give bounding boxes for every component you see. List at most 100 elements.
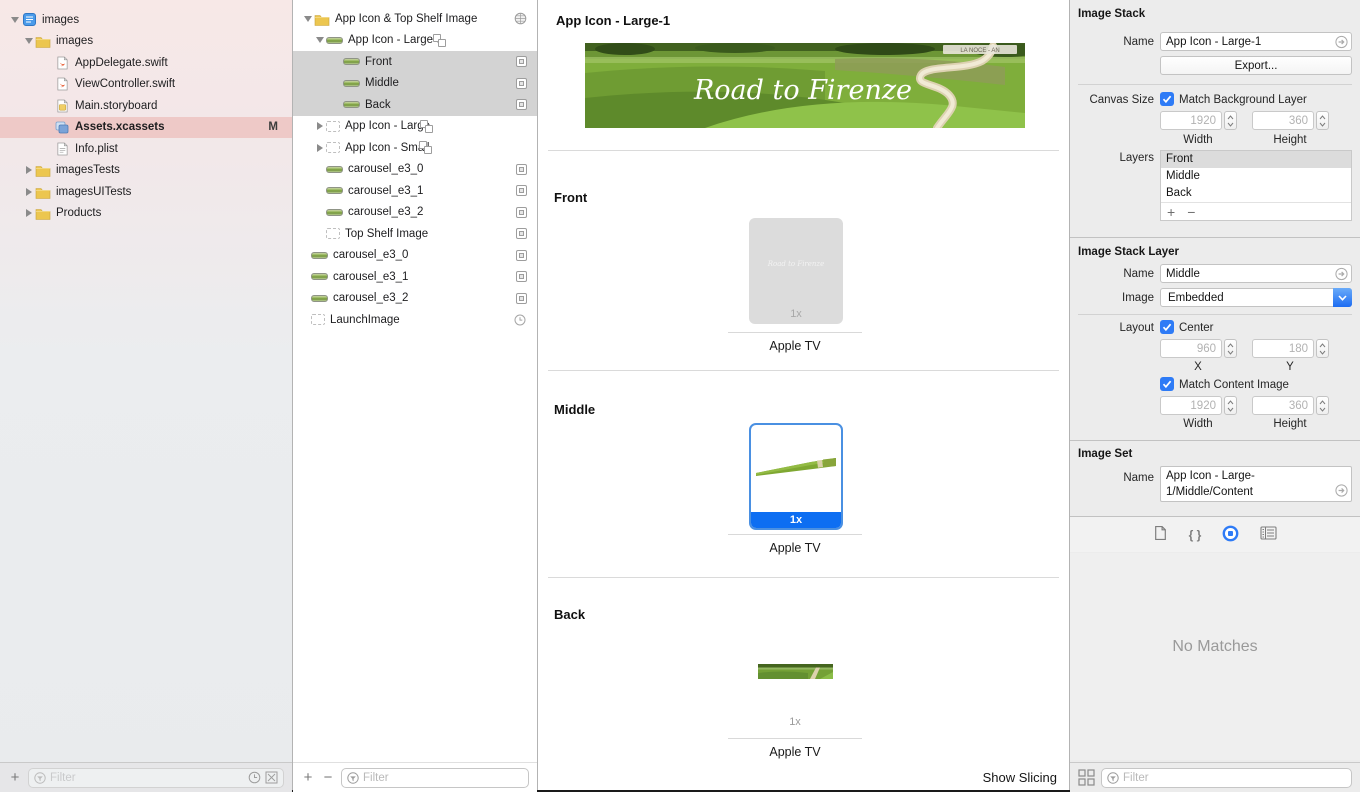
filter-input[interactable] xyxy=(363,771,523,784)
canvas-width-field[interactable]: 1920 xyxy=(1160,111,1222,130)
height-stepper[interactable] xyxy=(1316,396,1329,415)
outline-row-brand-folder[interactable]: App Icon & Top Shelf Image xyxy=(293,8,537,30)
disclosure-triangle-icon[interactable] xyxy=(313,143,326,152)
center-checkbox[interactable] xyxy=(1160,320,1174,334)
outline-row-appicon-large[interactable]: App Icon - Large xyxy=(293,116,537,138)
swift-file-icon xyxy=(54,56,70,70)
layer-width-field[interactable]: 1920 xyxy=(1160,396,1222,415)
match-background-checkbox[interactable] xyxy=(1160,92,1174,106)
banner-image[interactable]: LA NOCE - AN Road to Firenze xyxy=(585,43,1025,128)
front-scale-label: 1x xyxy=(790,308,802,320)
folder-icon xyxy=(35,163,51,178)
export-button[interactable]: Export... xyxy=(1160,56,1352,75)
outline-row-appicon-large1[interactable]: App Icon - Large-1 xyxy=(293,30,537,52)
code-snippet-segment[interactable]: { } xyxy=(1189,528,1202,542)
file-label: images xyxy=(42,13,80,26)
disclosure-triangle-icon[interactable] xyxy=(22,209,35,218)
outline-row-front[interactable]: Front xyxy=(293,51,537,73)
outline-row-carousel0[interactable]: carousel_e3_0 xyxy=(293,159,537,181)
remove-layer-button[interactable]: − xyxy=(1187,204,1195,220)
nav-row-infoplist[interactable]: Info.plist xyxy=(0,138,292,160)
outline-row-root-carousel0[interactable]: carousel_e3_0 xyxy=(293,245,537,267)
outline-filter-bar: + − xyxy=(293,762,537,792)
well-underline xyxy=(728,534,862,535)
image-set-header: Image Set xyxy=(1078,448,1133,460)
show-slicing-button[interactable]: Show Slicing xyxy=(983,770,1057,785)
nav-row-appdelegate[interactable]: AppDelegate.swift xyxy=(0,52,292,74)
remove-asset-button[interactable]: − xyxy=(321,770,335,785)
outline-row-root-carousel1[interactable]: carousel_e3_1 xyxy=(293,266,537,288)
image-set-icon xyxy=(516,163,527,175)
outline-row-launchimage[interactable]: LaunchImage xyxy=(293,309,537,331)
image-source-dropdown[interactable]: Embedded xyxy=(1160,288,1352,307)
x-stepper[interactable] xyxy=(1224,339,1237,358)
stack-name-field[interactable]: App Icon - Large-1 xyxy=(1160,32,1352,51)
disclosure-triangle-icon[interactable] xyxy=(313,122,326,131)
add-asset-button[interactable]: + xyxy=(301,770,315,785)
asset-label: App Icon - Large xyxy=(345,120,431,133)
swift-file-icon xyxy=(54,77,70,91)
nav-row-storyboard[interactable]: Main.storyboard xyxy=(0,95,292,117)
outline-row-middle[interactable]: Middle xyxy=(293,72,537,94)
disclosure-triangle-icon[interactable] xyxy=(8,16,21,23)
nav-row-assets-selected[interactable]: Assets.xcassets M xyxy=(0,116,292,138)
layer-y-field[interactable]: 180 xyxy=(1252,339,1314,358)
add-button[interactable]: + xyxy=(8,770,22,785)
height-stepper[interactable] xyxy=(1316,111,1329,130)
image-stack-icon xyxy=(420,119,434,133)
outline-filter-field[interactable] xyxy=(341,767,529,788)
jump-arrow-icon[interactable] xyxy=(1335,267,1348,280)
width-stepper[interactable] xyxy=(1224,111,1237,130)
file-label: Assets.xcassets xyxy=(75,121,165,134)
canvas-height-field[interactable]: 360 xyxy=(1252,111,1314,130)
file-label: AppDelegate.swift xyxy=(75,56,168,69)
library-filter-field[interactable] xyxy=(1101,767,1352,788)
back-layer-image[interactable] xyxy=(758,664,833,679)
filter-input[interactable] xyxy=(1123,771,1346,784)
disclosure-triangle-icon[interactable] xyxy=(22,166,35,175)
navigator-filter-field[interactable] xyxy=(28,767,284,788)
image-set-name-field[interactable]: App Icon - Large-1/Middle/Content xyxy=(1160,466,1352,502)
image-stack-icon xyxy=(419,141,433,155)
outline-row-topshelf[interactable]: Top Shelf Image xyxy=(293,223,537,245)
jump-arrow-icon[interactable] xyxy=(1335,484,1348,497)
nav-row-imagestests[interactable]: imagesTests xyxy=(0,160,292,182)
image-set-icon xyxy=(516,206,527,218)
disclosure-triangle-icon[interactable] xyxy=(301,15,314,22)
layer-row-front[interactable]: Front xyxy=(1161,151,1351,168)
match-content-checkbox[interactable] xyxy=(1160,377,1174,391)
nav-row-folder-images[interactable]: images xyxy=(0,31,292,53)
outline-row-carousel2[interactable]: carousel_e3_2 xyxy=(293,202,537,224)
disclosure-triangle-icon[interactable] xyxy=(22,187,35,196)
add-layer-button[interactable]: + xyxy=(1167,204,1175,220)
disclosure-triangle-icon[interactable] xyxy=(313,37,326,44)
media-library-segment-selected[interactable] xyxy=(1222,525,1239,545)
outline-row-appicon-small[interactable]: App Icon - Small xyxy=(293,137,537,159)
filter-input[interactable] xyxy=(50,771,244,784)
nav-row-project-images[interactable]: images xyxy=(0,9,292,31)
file-template-segment[interactable] xyxy=(1153,525,1168,544)
image-stack-icon xyxy=(433,33,447,47)
nav-row-products[interactable]: Products xyxy=(0,203,292,225)
asset-catalog-segment[interactable] xyxy=(1260,526,1277,543)
layer-height-field[interactable]: 360 xyxy=(1252,396,1314,415)
layer-row-back[interactable]: Back xyxy=(1161,185,1351,202)
layer-x-field[interactable]: 960 xyxy=(1160,339,1222,358)
y-stepper[interactable] xyxy=(1316,339,1329,358)
jump-arrow-icon[interactable] xyxy=(1335,35,1348,48)
nav-row-imagesuitests[interactable]: imagesUITests xyxy=(0,181,292,203)
outline-row-back[interactable]: Back xyxy=(293,94,537,116)
middle-image-well-selected[interactable]: 1x xyxy=(749,423,843,530)
width-stepper[interactable] xyxy=(1224,396,1237,415)
nav-row-viewcontroller[interactable]: ViewController.swift xyxy=(0,74,292,96)
disclosure-triangle-icon[interactable] xyxy=(22,38,35,45)
front-image-well[interactable]: Road to Firenze 1x xyxy=(749,218,843,324)
outline-row-root-carousel2[interactable]: carousel_e3_2 xyxy=(293,288,537,310)
recent-files-clock-icon[interactable] xyxy=(248,771,261,784)
layer-row-middle[interactable]: Middle xyxy=(1161,168,1351,185)
source-control-filter-icon[interactable] xyxy=(265,771,278,784)
folder-icon xyxy=(35,185,51,199)
grid-view-icon[interactable] xyxy=(1078,769,1095,786)
layer-name-field[interactable]: Middle xyxy=(1160,264,1352,283)
outline-row-carousel1[interactable]: carousel_e3_1 xyxy=(293,180,537,202)
